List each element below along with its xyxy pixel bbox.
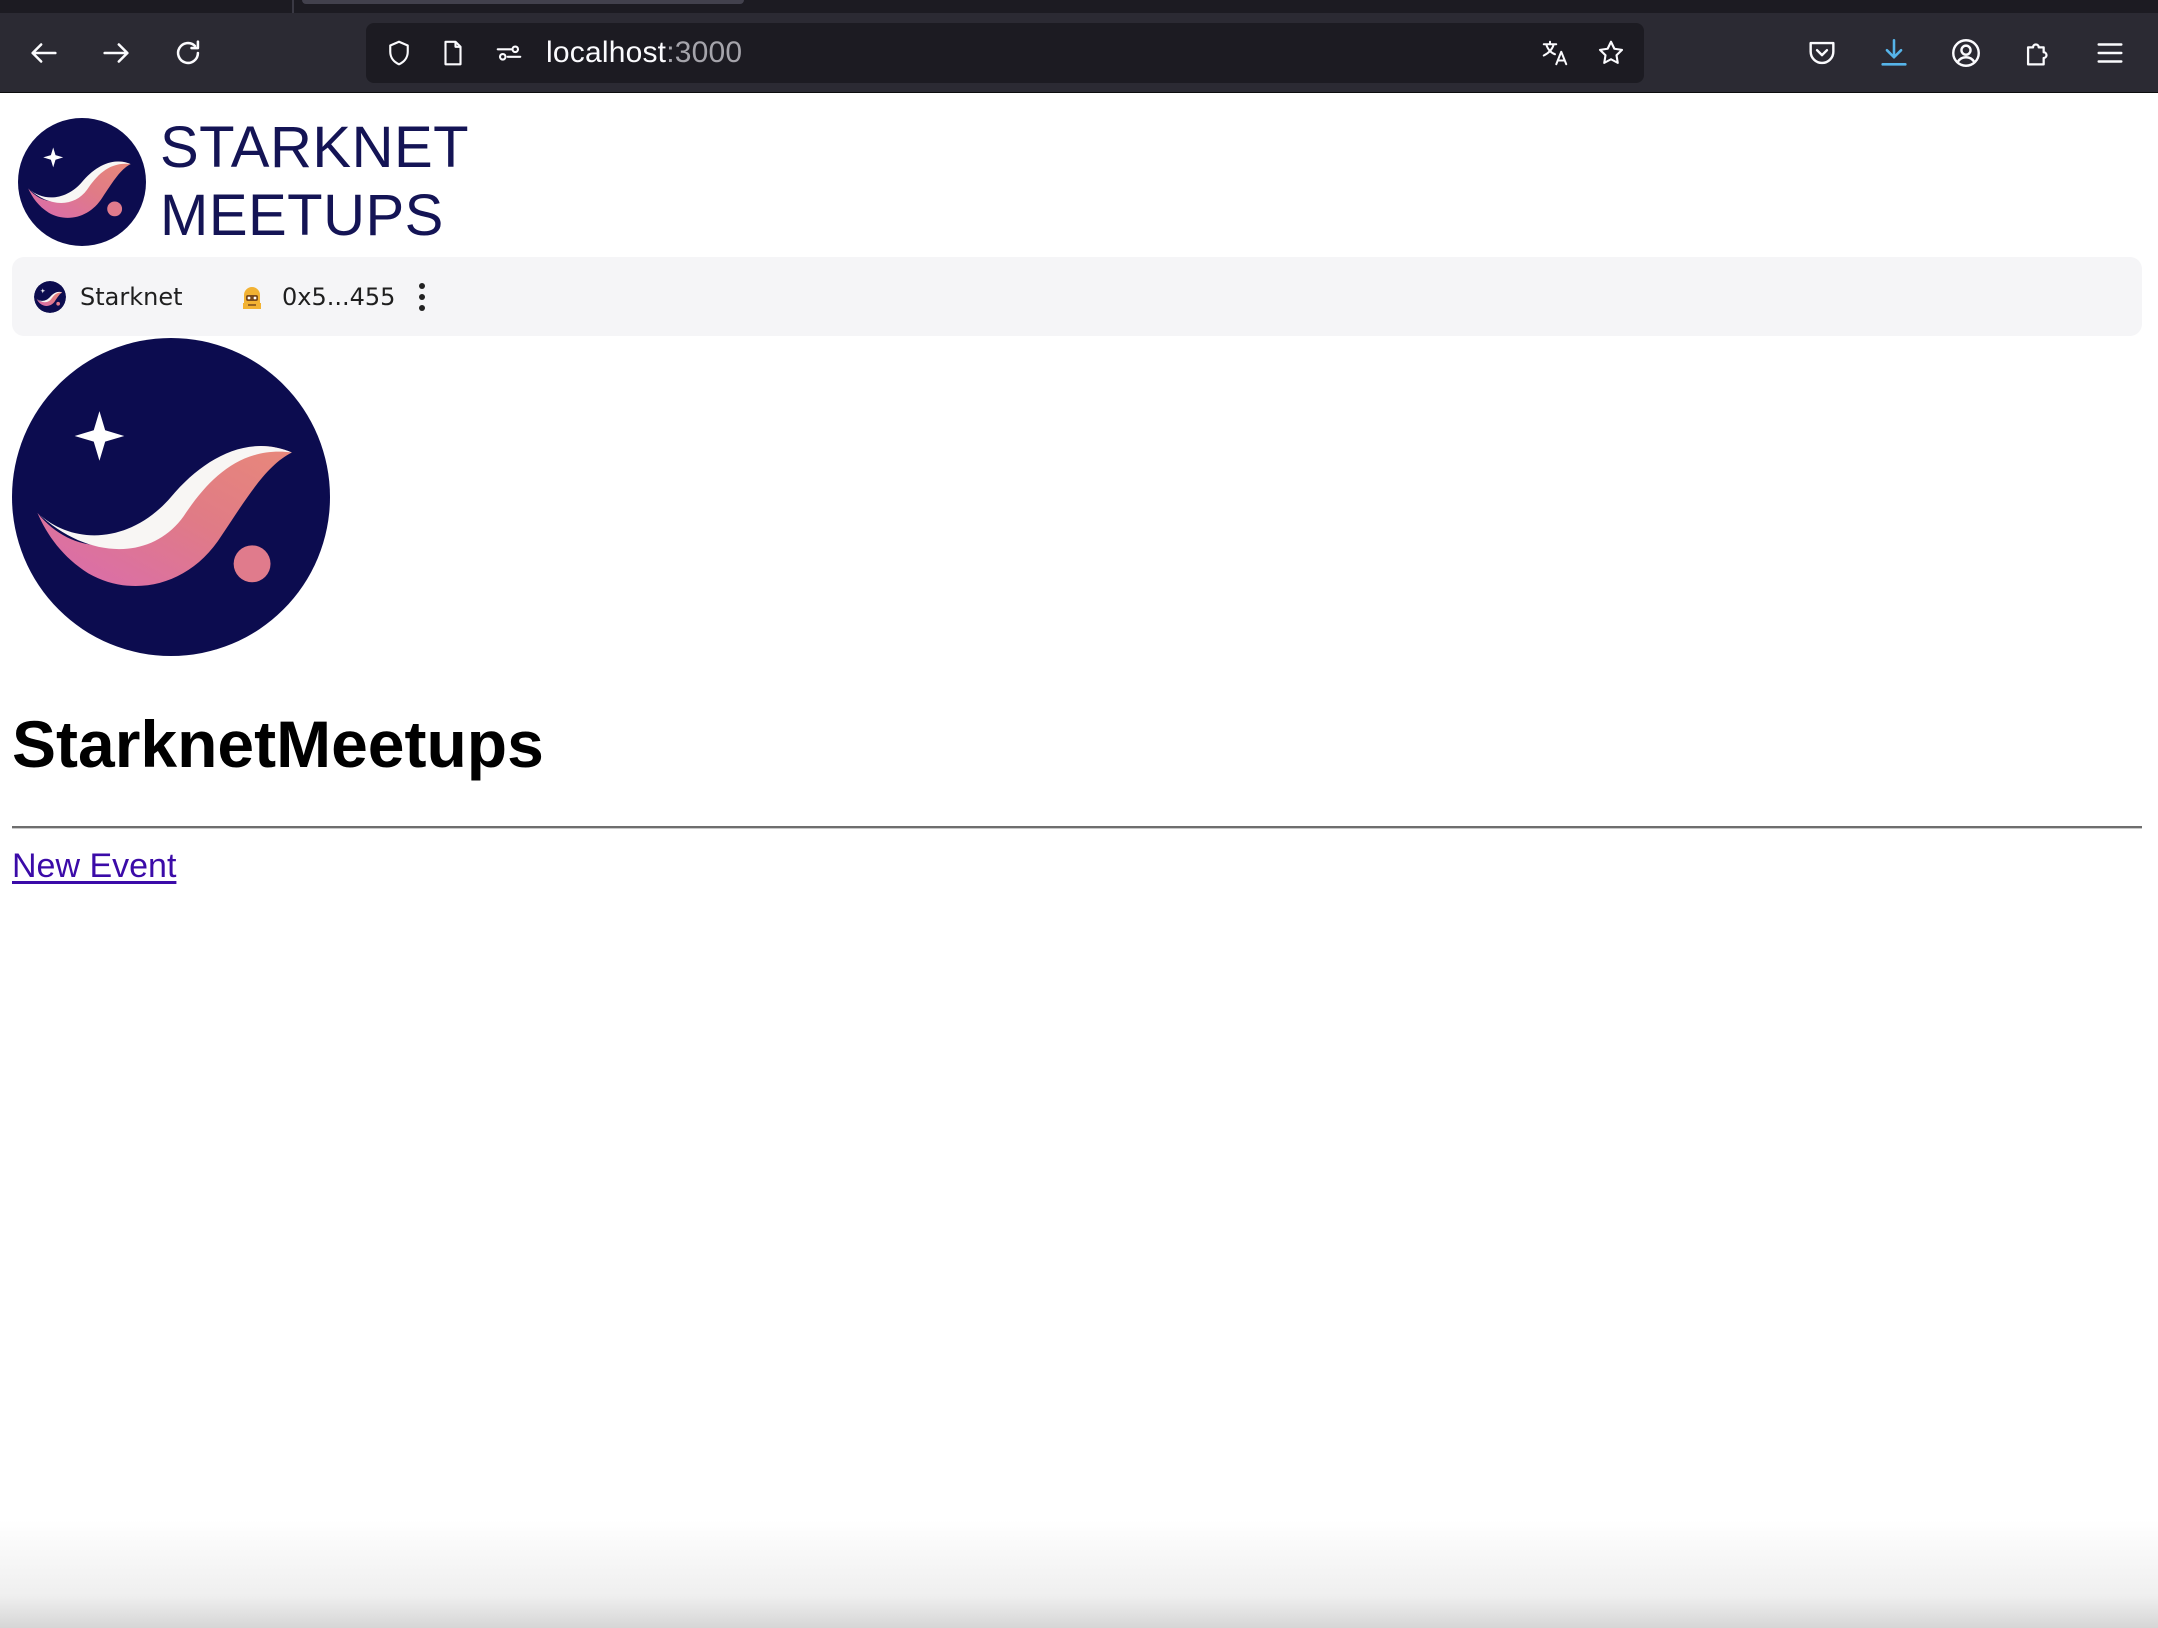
hamburger-menu-icon bbox=[2097, 43, 2123, 63]
url-host: localhost bbox=[546, 36, 667, 69]
starknet-network-icon bbox=[34, 281, 66, 313]
pocket-button[interactable] bbox=[1796, 27, 1848, 79]
site-brand[interactable]: STARKNET MEETUPS bbox=[18, 114, 469, 250]
starknet-logo-icon bbox=[18, 118, 146, 246]
account-avatar-icon bbox=[243, 287, 261, 309]
puzzle-icon bbox=[2026, 43, 2048, 66]
reload-button[interactable] bbox=[162, 27, 214, 79]
url-text[interactable]: localhost:3000 bbox=[546, 37, 742, 69]
starknet-hero-logo bbox=[12, 338, 330, 656]
forward-button[interactable] bbox=[90, 27, 142, 79]
account-icon bbox=[1952, 39, 1980, 67]
arrow-right-icon bbox=[103, 43, 129, 63]
page-title: StarknetMeetups bbox=[12, 707, 544, 781]
page-info-button[interactable] bbox=[436, 36, 470, 70]
download-icon bbox=[1881, 38, 1907, 66]
tab-divider bbox=[292, 0, 294, 13]
network-selector[interactable]: Starknet bbox=[34, 279, 183, 315]
shield-icon bbox=[389, 40, 409, 66]
new-event-link[interactable]: New Event bbox=[12, 846, 176, 886]
wallet-bar: Starknet 0x5...455 bbox=[12, 257, 2142, 336]
url-bar[interactable]: localhost:3000 bbox=[366, 23, 1644, 83]
account-selector[interactable]: 0x5...455 bbox=[236, 279, 395, 315]
divider bbox=[12, 826, 2142, 829]
arrow-left-icon bbox=[31, 43, 57, 63]
downloads-button[interactable] bbox=[1868, 27, 1920, 79]
brand-line-1: STARKNET bbox=[160, 115, 470, 180]
tab-strip bbox=[0, 0, 2158, 13]
brand-line-2: MEETUPS bbox=[160, 183, 444, 248]
extensions-button[interactable] bbox=[2012, 27, 2064, 79]
page-icon bbox=[444, 40, 462, 66]
browser-toolbar: localhost:3000 bbox=[0, 13, 2158, 93]
account-button[interactable] bbox=[1940, 27, 1992, 79]
back-button[interactable] bbox=[18, 27, 70, 79]
translate-button[interactable] bbox=[1538, 36, 1572, 70]
more-vertical-icon bbox=[419, 283, 425, 289]
more-options-button[interactable] bbox=[408, 277, 436, 317]
account-address: 0x5...455 bbox=[282, 283, 396, 311]
network-label: Starknet bbox=[80, 283, 183, 311]
url-port: :3000 bbox=[666, 36, 743, 69]
brand-wordmark: STARKNET MEETUPS bbox=[160, 114, 469, 250]
app-menu-button[interactable] bbox=[2084, 27, 2136, 79]
permissions-icon bbox=[496, 45, 522, 61]
bottom-shadow bbox=[0, 1520, 2158, 1628]
tracking-protection-button[interactable] bbox=[382, 36, 416, 70]
pocket-icon bbox=[1809, 41, 1835, 65]
bookmark-button[interactable] bbox=[1594, 36, 1628, 70]
active-tab[interactable] bbox=[302, 0, 744, 4]
translate-icon bbox=[1542, 40, 1568, 66]
permissions-button[interactable] bbox=[492, 36, 526, 70]
star-icon bbox=[1598, 40, 1624, 64]
reload-icon bbox=[176, 40, 200, 65]
